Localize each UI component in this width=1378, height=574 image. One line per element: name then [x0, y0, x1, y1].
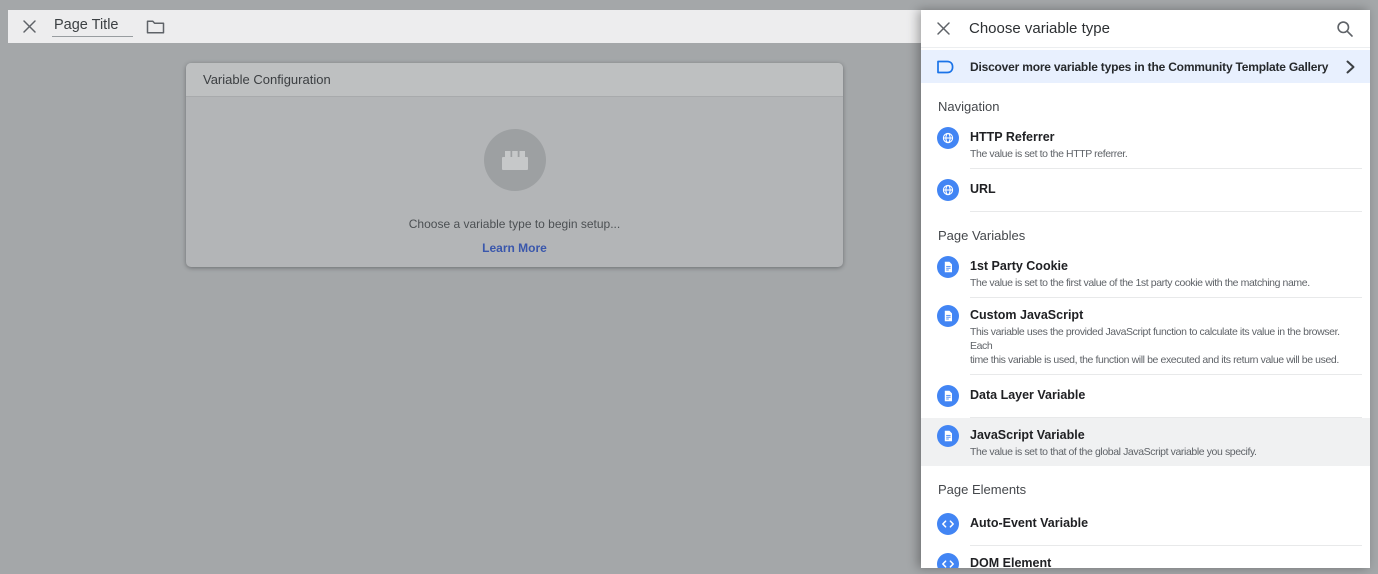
variable-type-item-url[interactable]: URL: [921, 169, 1370, 211]
variable-placeholder-icon: [484, 129, 546, 191]
variable-type-item-custom-javascript[interactable]: Custom JavaScript This variable uses the …: [921, 298, 1370, 374]
variable-type-section-navigation: Navigation HTTP Referrer The value is set …: [921, 83, 1370, 212]
globe-icon: [937, 179, 959, 201]
variable-type-title: Data Layer Variable: [970, 388, 1085, 403]
variable-type-text: Auto-Event Variable: [970, 513, 1088, 531]
document-icon: [937, 385, 959, 407]
panel-header: Choose variable type: [921, 10, 1370, 48]
close-panel-icon[interactable]: [935, 21, 951, 37]
variable-type-description: This variable uses the provided JavaScri…: [970, 325, 1362, 367]
globe-icon: [937, 127, 959, 149]
close-editor-icon[interactable]: [22, 19, 37, 34]
search-icon[interactable]: [1336, 20, 1354, 38]
card-title: Variable Configuration: [186, 63, 843, 97]
screen: Page Title Variable Configuration Choose…: [0, 0, 1378, 574]
variable-type-text: URL: [970, 179, 996, 197]
document-icon: [937, 305, 959, 327]
panel-title: Choose variable type: [969, 20, 1336, 37]
document-icon: [937, 256, 959, 278]
code-icon: [937, 553, 959, 568]
variable-type-description: The value is set to the HTTP referrer.: [970, 147, 1127, 161]
card-hint-text: Choose a variable type to begin setup...: [186, 217, 843, 231]
variable-type-text: DOM ElementThe value is set to the text …: [970, 553, 1353, 568]
variable-type-item-http-referrer[interactable]: HTTP Referrer The value is set to the HTT…: [921, 120, 1370, 168]
choose-variable-type-panel: Choose variable type Discover more varia…: [921, 10, 1370, 568]
variable-type-description: The value is set to the first value of t…: [970, 276, 1310, 290]
variable-type-item-1st-party-cookie[interactable]: 1st Party Cookie The value is set to the …: [921, 249, 1370, 297]
document-icon: [937, 425, 959, 447]
code-icon: [937, 513, 959, 535]
variable-type-text: Data Layer Variable: [970, 385, 1085, 403]
template-gallery-icon: [936, 59, 955, 75]
folder-icon[interactable]: [146, 19, 165, 35]
card-body: Choose a variable type to begin setup...…: [186, 129, 843, 257]
page-title-field[interactable]: Page Title: [52, 17, 133, 37]
variable-type-title: Custom JavaScript: [970, 308, 1362, 323]
variable-type-title: 1st Party Cookie: [970, 259, 1310, 274]
learn-more-link[interactable]: Learn More: [482, 241, 547, 255]
community-gallery-banner[interactable]: Discover more variable types in the Comm…: [921, 50, 1370, 83]
section-label: Navigation: [921, 83, 1370, 120]
section-label: Page Variables: [921, 212, 1370, 249]
variable-type-text: HTTP Referrer The value is set to the HTT…: [970, 127, 1127, 161]
banner-label: Discover more variable types in the Comm…: [970, 60, 1346, 74]
variable-type-title: Auto-Event Variable: [970, 516, 1088, 531]
variable-type-item-data-layer-variable[interactable]: Data Layer Variable: [921, 375, 1370, 417]
variable-type-text: JavaScript Variable The value is set to t…: [970, 425, 1257, 459]
editor-topbar: Page Title: [8, 10, 921, 43]
variable-type-item-auto-event-variable[interactable]: Auto-Event Variable: [921, 503, 1370, 545]
variable-type-text: Custom JavaScript This variable uses the …: [970, 305, 1362, 367]
variable-type-text: 1st Party Cookie The value is set to the …: [970, 256, 1310, 290]
chevron-right-icon: [1346, 60, 1355, 74]
variable-configuration-card: Variable Configuration Choose a variable…: [186, 63, 843, 267]
variable-type-title: URL: [970, 182, 996, 197]
variable-type-title: HTTP Referrer: [970, 130, 1127, 145]
variable-type-list: Navigation HTTP Referrer The value is set …: [921, 83, 1370, 568]
variable-type-title: DOM Element: [970, 556, 1353, 568]
variable-type-title: JavaScript Variable: [970, 428, 1257, 443]
variable-type-item-dom-element[interactable]: DOM ElementThe value is set to the text …: [921, 546, 1370, 568]
variable-type-section-page-variables: Page Variables 1st Party Cookie The value …: [921, 212, 1370, 466]
variable-type-section-page-elements: Page Elements Auto-Event Variable DOM Elem…: [921, 466, 1370, 568]
section-label: Page Elements: [921, 466, 1370, 503]
variable-type-description: The value is set to that of the global J…: [970, 445, 1257, 459]
variable-type-item-javascript-variable[interactable]: JavaScript Variable The value is set to t…: [921, 418, 1370, 466]
